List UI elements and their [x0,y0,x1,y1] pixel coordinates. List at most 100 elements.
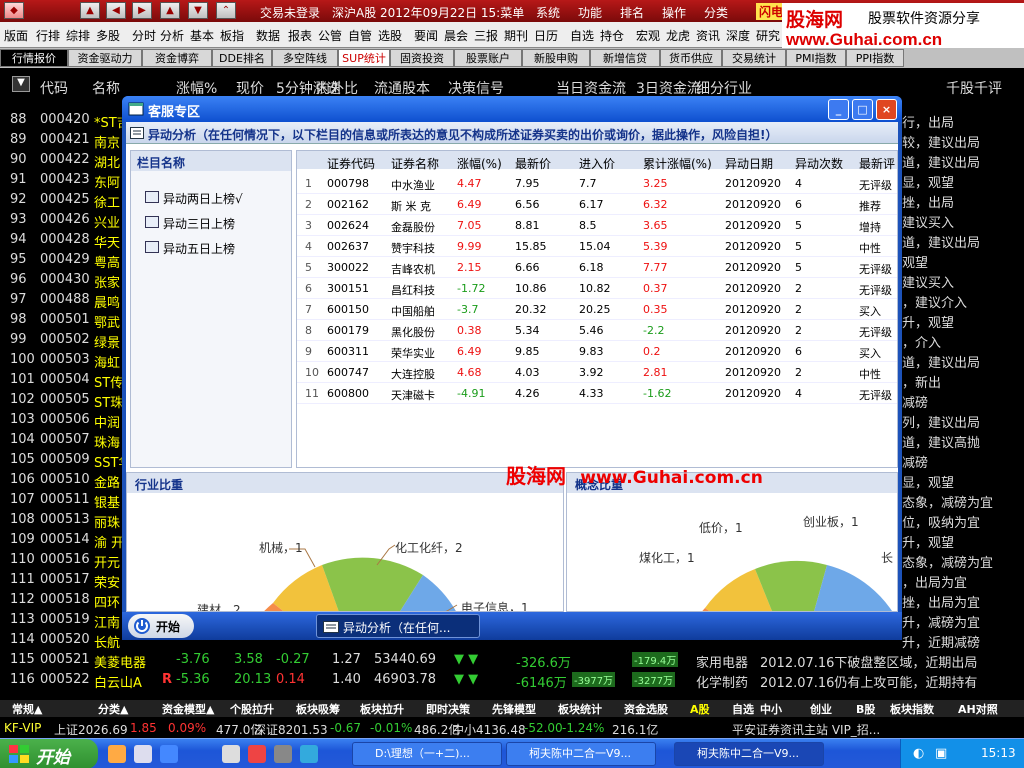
stock-name[interactable]: 徐工 [94,192,120,211]
header-col-7[interactable]: 决策信号 [448,78,504,98]
taskbar-item-app-1[interactable]: 柯夫陈中二合一V9... [506,742,656,766]
menu-item-24[interactable]: 研究 [756,27,780,44]
grid-row[interactable]: 6 300151 昌红科技 -1.72 10.86 10.82 0.37 20120920 2 无… [297,278,897,299]
bottom-tab-10[interactable]: A股 [690,701,710,717]
menu-item-20[interactable]: 宏观 [636,27,660,44]
bottom-tab-7[interactable]: 先锋模型 [492,701,536,717]
menu-item-0[interactable]: 版面 [4,27,28,44]
grid-row[interactable]: 3 002624 金磊股份 7.05 8.81 8.5 3.65 20120920 5 增持 [297,215,897,236]
tab-12[interactable]: PMI指数 [786,49,846,67]
header-col-11[interactable]: 千股千评 [946,78,1002,98]
menu-item-14[interactable]: 晨会 [444,27,468,44]
header-col-5[interactable]: 内外比 [316,78,358,98]
stock-name[interactable]: 美菱电器 [94,652,146,671]
list-item-two-days[interactable]: 异动两日上榜√ [163,190,243,207]
header-col-6[interactable]: 流通股本 [374,78,430,98]
bottom-tab-11[interactable]: 自选 [732,701,754,717]
bottom-tab-3[interactable]: 个股拉升 [230,701,274,717]
grid-row[interactable]: 5 300022 吉峰农机 2.15 6.66 6.18 7.77 20120920 5 无评级 [297,257,897,278]
tab-11[interactable]: 交易统计 [722,49,786,67]
grid-col-4[interactable]: 进入价 [579,155,615,172]
collapse-button[interactable]: ⌃ [216,2,236,19]
start-button[interactable]: 开始 [0,739,98,768]
column-menu-icon[interactable]: ▼ [12,76,30,92]
stock-name[interactable]: 渝 开 [94,532,124,551]
table-row[interactable]: 116 000522 白云山A R -5.36 20.13 0.14 1.40 46903.78… [0,670,1024,691]
stock-name[interactable]: 四环 [94,592,120,611]
bottom-tab-6[interactable]: 即时决策 [426,701,470,717]
grid-row[interactable]: 10 600747 大连控股 4.68 4.03 3.92 2.81 20120920 2 中性 [297,362,897,383]
tab-10[interactable]: 货币供应 [660,49,722,67]
menu-item-22[interactable]: 资讯 [696,27,720,44]
stock-name[interactable]: 丽珠 [94,512,120,531]
stock-name[interactable]: ST珠 [94,392,123,411]
menu-item-23[interactable]: 深度 [726,27,750,44]
menu-item-2[interactable]: 综排 [66,27,90,44]
menu-item-1[interactable]: 行排 [36,27,60,44]
grid-col-3[interactable]: 最新价 [515,155,551,172]
dialog-task-item[interactable]: 异动分析（在任何... [316,614,480,638]
menu-operation[interactable]: 操作 [662,4,686,21]
stock-name[interactable]: 江南 [94,612,120,631]
menu-item-7[interactable]: 板指 [220,27,244,44]
stock-name[interactable]: 兴业 [94,212,120,231]
minimize-button[interactable]: _ [828,99,849,120]
tab-2[interactable]: 资金博弈 [142,49,212,67]
grid-row[interactable]: 11 600800 天津磁卡 -4.91 4.26 4.33 -1.62 20120920 4 无… [297,383,897,404]
grid-row[interactable]: 8 600179 黑化股份 0.38 5.34 5.46 -2.2 20120920 2 无评级 [297,320,897,341]
header-col-3[interactable]: 现价 [236,78,264,98]
stock-name[interactable]: 鄂武 [94,312,120,331]
bottom-tab-15[interactable]: 板块指数 [890,701,934,717]
home-button[interactable]: ▲ [80,2,100,19]
header-col-0[interactable]: 代码 [40,78,68,98]
header-col-1[interactable]: 名称 [92,78,120,98]
app-gem-icon[interactable]: ◆ [4,2,24,19]
stock-name[interactable]: 荣安 [94,572,120,591]
stock-name[interactable]: 华天 [94,232,120,251]
stock-name[interactable]: 晨鸣 [94,292,120,311]
menu-item-9[interactable]: 报表 [288,27,312,44]
tab-1[interactable]: 资金驱动力 [68,49,142,67]
menu-item-18[interactable]: 自选 [570,27,594,44]
menu-item-11[interactable]: 自管 [348,27,372,44]
page-down-button[interactable]: ▼ [188,2,208,19]
quicklaunch-ie-icon[interactable] [108,745,126,763]
quicklaunch-desktop-icon[interactable] [160,745,178,763]
quicklaunch-browser-icon[interactable] [134,745,152,763]
bottom-tab-1[interactable]: 分类▲ [98,701,128,717]
menu-item-16[interactable]: 期刊 [504,27,528,44]
stock-name[interactable]: 海虹 [94,352,120,371]
tab-4[interactable]: 多空阵线 [272,49,338,67]
header-col-10[interactable]: 细分行业 [696,78,752,98]
stock-name[interactable]: 湖北 [94,152,120,171]
header-col-2[interactable]: 涨幅% [176,78,217,98]
dialog-start-button[interactable]: 开始 [128,614,194,638]
tab-0[interactable]: 行情报价 [0,49,68,67]
tab-7[interactable]: 股票账户 [454,49,522,67]
grid-col-6[interactable]: 异动日期 [725,155,773,172]
tab-6[interactable]: 固资投资 [390,49,454,67]
forward-button[interactable]: ▶ [132,2,152,19]
quicklaunch-tool-icon[interactable] [274,745,292,763]
network-icon[interactable]: ▣ [935,746,947,761]
maximize-button[interactable]: □ [852,99,873,120]
grid-row[interactable]: 1 000798 中水渔业 4.47 7.95 7.7 3.25 20120920 4 无评级 [297,173,897,194]
taskbar-item-app-2[interactable]: 柯夫陈中二合一V9... [674,742,824,766]
bottom-tab-16[interactable]: AH对照 [958,701,998,717]
menu-item-21[interactable]: 龙虎 [666,27,690,44]
index-item-13[interactable]: 平安证券资讯主站 VIP_招... [732,721,880,738]
quicklaunch-chat-icon[interactable] [300,745,318,763]
grid-col-0[interactable]: 证券代码 [327,155,375,172]
grid-col-2[interactable]: 涨幅(%) [457,155,502,172]
tab-5[interactable]: SUP统计 [338,49,390,67]
stock-name[interactable]: 珠海 [94,432,120,451]
list-item-three-days[interactable]: 异动三日上榜 [163,215,235,232]
stock-name[interactable]: 金路 [94,472,120,491]
back-button[interactable]: ◀ [106,2,126,19]
menu-item-6[interactable]: 基本 [190,27,214,44]
stock-name[interactable]: 绿景 [94,332,120,351]
bottom-tab-9[interactable]: 资金选股 [624,701,668,717]
close-button[interactable]: × [876,99,897,120]
menu-ranking[interactable]: 排名 [620,4,644,21]
menu-item-15[interactable]: 三报 [474,27,498,44]
